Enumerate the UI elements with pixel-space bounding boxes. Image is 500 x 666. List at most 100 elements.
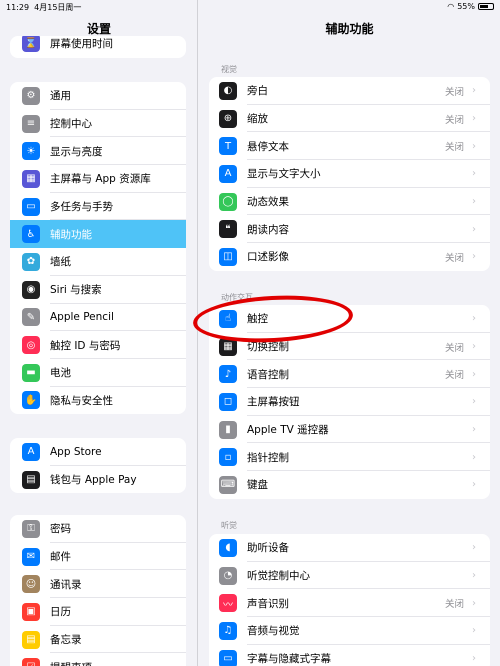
sidebar-item-label: 日历 xyxy=(50,606,71,619)
settings-row-label: 字幕与隐藏式字幕 xyxy=(247,653,331,666)
sidebar-item[interactable]: ♿ 辅助功能 xyxy=(10,220,186,249)
chevron-right-icon: › xyxy=(472,85,476,97)
settings-row-value: 关闭 xyxy=(444,370,464,382)
settings-row[interactable]: ◫ 口述影像 关闭 › xyxy=(209,243,490,271)
sidebar-item[interactable]: ⚿ 密码 xyxy=(10,515,186,543)
sidebar-group-top: ⌛ 屏幕使用时间 xyxy=(10,36,186,58)
settings-row[interactable]: 〰声音识别 关闭 › xyxy=(209,589,490,618)
settings-row-label: 缩放 xyxy=(247,113,268,126)
settings-row-label: 主屏幕按钮 xyxy=(247,396,300,409)
status-right: ◠ 55% xyxy=(447,2,494,11)
battery-percent: 55% xyxy=(457,2,475,11)
settings-row-label: 口述影像 xyxy=(247,251,289,264)
settings-row[interactable]: ⌨ 键盘 › xyxy=(209,471,490,499)
chevron-right-icon: › xyxy=(472,196,476,208)
settings-row-label: 显示与文字大小 xyxy=(247,168,321,181)
sidebar-item-label: 备忘录 xyxy=(50,634,82,647)
audio-visual-icon: ♫ xyxy=(219,621,237,640)
settings-row[interactable]: ▮ Apple TV 遥控器 › xyxy=(209,416,490,444)
chevron-right-icon: › xyxy=(472,424,476,436)
settings-row-label: Apple TV 遥控器 xyxy=(247,424,329,437)
sidebar-item[interactable]: ✎ Apple Pencil xyxy=(10,304,186,332)
sidebar-item[interactable]: ☀ 显示与亮度 xyxy=(10,137,186,166)
sidebar-item[interactable]: ◉ Siri 与搜索 xyxy=(10,276,186,304)
audio-description-icon: ◫ xyxy=(219,247,237,266)
settings-row[interactable]: ◔ 听觉控制中心 › xyxy=(209,562,490,590)
speech-icon: ❝ xyxy=(219,220,237,239)
sidebar-item[interactable]: ☺ 通讯录 xyxy=(10,570,186,599)
chevron-right-icon: › xyxy=(472,341,476,353)
settings-row[interactable]: ❝ 朗读内容 › xyxy=(209,215,490,244)
chevron-right-icon: › xyxy=(472,479,476,491)
sidebar-item-label: 显示与亮度 xyxy=(50,145,103,158)
settings-row[interactable]: A 显示与文字大小 › xyxy=(209,160,490,188)
settings-row[interactable]: ◖ 助听设备 › xyxy=(209,534,490,562)
sidebar-item-screen-time[interactable]: ⌛ 屏幕使用时间 xyxy=(10,36,186,54)
sidebar-item[interactable]: ✿ 墙纸 xyxy=(10,248,186,276)
reminders-icon: ☑ xyxy=(22,658,40,666)
settings-row-value: 关闭 xyxy=(444,86,464,98)
sidebar-item[interactable]: ⚙ 通用 xyxy=(10,82,186,110)
sidebar-item[interactable]: A App Store xyxy=(10,438,186,466)
settings-row-label: 旁白 xyxy=(247,85,268,98)
sidebar-item-label: 墙纸 xyxy=(50,256,71,269)
appstore-icon: A xyxy=(22,442,40,461)
hand-icon: ✋ xyxy=(22,391,40,410)
remote-icon: ▮ xyxy=(219,420,237,439)
battery-icon xyxy=(478,3,494,10)
sidebar-item-label: App Store xyxy=(50,445,102,458)
settings-sidebar[interactable]: 设置 ⌛ 屏幕使用时间 ⚙ 通用 ≡ 控制中心 ☀ 显示与亮度 ▦ 主屏幕与 App 资源库 ▭… xyxy=(0,0,198,666)
fingerprint-icon: ◎ xyxy=(22,336,40,355)
voiceover-icon: ◐ xyxy=(219,81,237,100)
settings-row-label: 指针控制 xyxy=(247,451,289,464)
settings-row[interactable]: ◐ 旁白 关闭 › xyxy=(209,77,490,105)
settings-row[interactable]: ◯ 动态效果 › xyxy=(209,188,490,216)
pencil-icon: ✎ xyxy=(22,308,40,327)
sidebar-item-label: 控制中心 xyxy=(50,118,92,131)
sidebar-item[interactable]: ☑ 提醒事项 xyxy=(10,653,186,666)
sidebar-item[interactable]: ◎ 触控 ID 与密码 xyxy=(10,331,186,359)
settings-row[interactable]: ⊕ 缩放 关闭 › xyxy=(209,105,490,133)
sidebar-item[interactable]: ✉ 邮件 xyxy=(10,543,186,571)
sidebar-item-label: 辅助功能 xyxy=(50,228,92,241)
multitask-icon: ▭ xyxy=(22,197,40,216)
hearing-control-icon: ◔ xyxy=(219,566,237,585)
settings-row-label: 朗读内容 xyxy=(247,223,289,236)
sidebar-item-label: 通用 xyxy=(50,90,71,103)
sidebar-item[interactable]: ≡ 控制中心 xyxy=(10,110,186,138)
chevron-right-icon: › xyxy=(472,251,476,263)
settings-row-value: 关闭 xyxy=(444,114,464,126)
key-icon: ⚿ xyxy=(22,519,40,538)
motion-icon: ◯ xyxy=(219,192,237,211)
sidebar-item[interactable]: ▤ 备忘录 xyxy=(10,626,186,654)
settings-row[interactable]: ▫ 指针控制 › xyxy=(209,443,490,472)
settings-row-value: 关闭 xyxy=(444,342,464,354)
settings-row-label: 悬停文本 xyxy=(247,140,289,153)
settings-row-label: 音频与视觉 xyxy=(247,625,300,638)
gear-icon: ⚙ xyxy=(22,86,40,105)
sidebar-item[interactable]: ✋ 隐私与安全性 xyxy=(10,387,186,415)
text-size-icon: A xyxy=(219,164,237,183)
sidebar-item[interactable]: ▦ 主屏幕与 App 资源库 xyxy=(10,165,186,193)
status-bar: 11:29 4月15日周一 ◠ 55% xyxy=(0,0,500,14)
sidebar-item-label: 钱包与 Apple Pay xyxy=(50,474,137,487)
contacts-icon: ☺ xyxy=(22,575,40,594)
sidebar-item[interactable]: ▭ 多任务与手势 xyxy=(10,193,186,221)
sidebar-item[interactable]: ▤ 钱包与 Apple Pay xyxy=(10,466,186,494)
settings-row-value: 关闭 xyxy=(444,252,464,264)
sidebar-item[interactable]: ▬ 电池 xyxy=(10,359,186,387)
voice-control-icon: ♪ xyxy=(219,365,237,384)
subtitles-icon: ▭ xyxy=(219,649,237,666)
settings-row[interactable]: T 悬停文本 关闭 › xyxy=(209,132,490,161)
group-vision: ◐ 旁白 关闭 › ⊕ 缩放 关闭 › T 悬停文本 关闭 › A 显示与文字大小 › ◯ 动态效果 › ❝ 朗读内容… xyxy=(209,77,490,271)
sidebar-item[interactable]: ▣ 日历 xyxy=(10,598,186,626)
settings-row[interactable]: ♪ 语音控制 关闭 › xyxy=(209,360,490,389)
settings-row[interactable]: ▭ 字幕与隐藏式字幕 › xyxy=(209,645,490,666)
battery-icon: ▬ xyxy=(22,363,40,382)
pointer-icon: ▫ xyxy=(219,448,237,467)
settings-row[interactable]: ♫ 音频与视觉 › xyxy=(209,617,490,645)
settings-row[interactable]: ◻ 主屏幕按钮 › xyxy=(209,388,490,416)
ear-icon: ◖ xyxy=(219,538,237,557)
chevron-right-icon: › xyxy=(472,140,476,152)
settings-row-label: 助听设备 xyxy=(247,542,289,555)
